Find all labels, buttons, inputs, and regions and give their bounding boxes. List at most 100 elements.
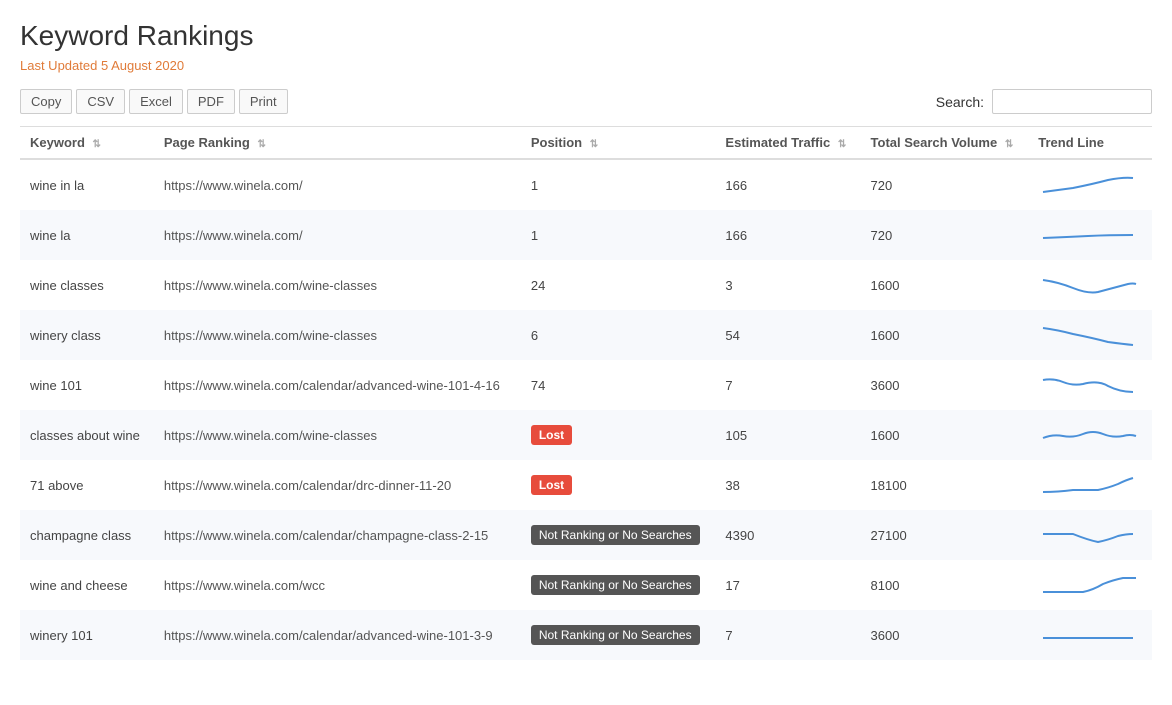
keyword-cell: winery class xyxy=(20,310,154,360)
export-buttons: Copy CSV Excel PDF Print xyxy=(20,89,288,114)
page-ranking-link[interactable]: https://www.winela.com/ xyxy=(164,178,303,193)
table-row: 71 above https://www.winela.com/calendar/… xyxy=(20,460,1152,510)
total-search-volume-sort-icon[interactable]: ⇅ xyxy=(1005,139,1013,150)
search-area: Search: xyxy=(936,89,1152,114)
total-search-volume-cell: 18100 xyxy=(861,460,1029,510)
table-row: wine 101 https://www.winela.com/calendar/… xyxy=(20,360,1152,410)
trend-line-cell xyxy=(1028,360,1152,410)
table-row: wine classes https://www.winela.com/wine-… xyxy=(20,260,1152,310)
page-title: Keyword Rankings xyxy=(20,20,1152,52)
col-keyword: Keyword ⇅ xyxy=(20,127,154,159)
trend-line-cell xyxy=(1028,260,1152,310)
table-row: classes about winehttps://www.winela.com… xyxy=(20,410,1152,460)
estimated-traffic-cell: 17 xyxy=(715,560,860,610)
position-cell: Not Ranking or No Searches xyxy=(521,560,716,610)
table-header-row: Keyword ⇅ Page Ranking ⇅ Position ⇅ Esti… xyxy=(20,127,1152,159)
total-search-volume-cell: 3600 xyxy=(861,360,1029,410)
position-cell: 24 xyxy=(521,260,716,310)
position-cell: 1 xyxy=(521,159,716,210)
trend-line-cell xyxy=(1028,159,1152,210)
table-row: winery class https://www.winela.com/wine-… xyxy=(20,310,1152,360)
estimated-traffic-cell: 166 xyxy=(715,159,860,210)
estimated-traffic-cell: 38 xyxy=(715,460,860,510)
total-search-volume-cell: 1600 xyxy=(861,410,1029,460)
col-position: Position ⇅ xyxy=(521,127,716,159)
page-ranking-link[interactable]: https://www.winela.com/wcc xyxy=(164,578,325,593)
estimated-traffic-sort-icon[interactable]: ⇅ xyxy=(838,139,846,150)
trend-line-cell xyxy=(1028,410,1152,460)
table-row: champagne class https://www.winela.com/ca… xyxy=(20,510,1152,560)
keyword-sort-icon[interactable]: ⇅ xyxy=(93,139,101,150)
total-search-volume-cell: 27100 xyxy=(861,510,1029,560)
table-row: wine la https://www.winela.com/1166720 xyxy=(20,210,1152,260)
page-ranking-link[interactable]: https://www.winela.com/calendar/advanced… xyxy=(164,628,493,643)
position-sort-icon[interactable]: ⇅ xyxy=(590,139,598,150)
page-ranking-link[interactable]: https://www.winela.com/wine-classes xyxy=(164,278,377,293)
last-updated: Last Updated 5 August 2020 xyxy=(20,58,1152,73)
keyword-cell: wine 101 xyxy=(20,360,154,410)
page-ranking-cell: https://www.winela.com/calendar/drc-dinn… xyxy=(154,460,521,510)
position-cell: Not Ranking or No Searches xyxy=(521,510,716,560)
keyword-cell: wine classes xyxy=(20,260,154,310)
csv-button[interactable]: CSV xyxy=(76,89,125,114)
table-row: wine and cheese https://www.winela.com/wc… xyxy=(20,560,1152,610)
trend-line-cell xyxy=(1028,310,1152,360)
trend-line-cell xyxy=(1028,510,1152,560)
position-cell: 6 xyxy=(521,310,716,360)
trend-line-cell xyxy=(1028,210,1152,260)
page-ranking-cell: https://www.winela.com/wcc xyxy=(154,560,521,610)
total-search-volume-cell: 1600 xyxy=(861,260,1029,310)
total-search-volume-cell: 720 xyxy=(861,210,1029,260)
page-ranking-cell: https://www.winela.com/ xyxy=(154,210,521,260)
excel-button[interactable]: Excel xyxy=(129,89,183,114)
page-ranking-link[interactable]: https://www.winela.com/wine-classes xyxy=(164,428,377,443)
keyword-cell: 71 above xyxy=(20,460,154,510)
page-ranking-link[interactable]: https://www.winela.com/calendar/drc-dinn… xyxy=(164,478,451,493)
estimated-traffic-cell: 105 xyxy=(715,410,860,460)
estimated-traffic-cell: 54 xyxy=(715,310,860,360)
position-cell: Not Ranking or No Searches xyxy=(521,610,716,660)
trend-line-cell xyxy=(1028,560,1152,610)
page-ranking-link[interactable]: https://www.winela.com/wine-classes xyxy=(164,328,377,343)
col-total-search-volume: Total Search Volume ⇅ xyxy=(861,127,1029,159)
keyword-cell: wine in la xyxy=(20,159,154,210)
estimated-traffic-cell: 7 xyxy=(715,610,860,660)
total-search-volume-cell: 1600 xyxy=(861,310,1029,360)
keyword-cell: wine la xyxy=(20,210,154,260)
total-search-volume-cell: 720 xyxy=(861,159,1029,210)
lost-badge: Lost xyxy=(531,425,572,445)
position-cell: 1 xyxy=(521,210,716,260)
search-input[interactable] xyxy=(992,89,1152,114)
toolbar: Copy CSV Excel PDF Print Search: xyxy=(20,89,1152,114)
keyword-cell: champagne class xyxy=(20,510,154,560)
estimated-traffic-cell: 166 xyxy=(715,210,860,260)
lost-badge: Lost xyxy=(531,475,572,495)
keyword-cell: wine and cheese xyxy=(20,560,154,610)
estimated-traffic-cell: 7 xyxy=(715,360,860,410)
search-label: Search: xyxy=(936,94,984,110)
total-search-volume-cell: 3600 xyxy=(861,610,1029,660)
page-ranking-link[interactable]: https://www.winela.com/calendar/champagn… xyxy=(164,528,488,543)
page-ranking-link[interactable]: https://www.winela.com/calendar/advanced… xyxy=(164,378,500,393)
page-ranking-cell: https://www.winela.com/ xyxy=(154,159,521,210)
trend-line-cell xyxy=(1028,610,1152,660)
position-cell: 74 xyxy=(521,360,716,410)
copy-button[interactable]: Copy xyxy=(20,89,72,114)
trend-line-cell xyxy=(1028,460,1152,510)
page-ranking-sort-icon[interactable]: ⇅ xyxy=(257,139,265,150)
not-ranking-badge: Not Ranking or No Searches xyxy=(531,625,700,645)
page-ranking-cell: https://www.winela.com/calendar/advanced… xyxy=(154,360,521,410)
page-ranking-cell: https://www.winela.com/calendar/champagn… xyxy=(154,510,521,560)
estimated-traffic-cell: 4390 xyxy=(715,510,860,560)
total-search-volume-cell: 8100 xyxy=(861,560,1029,610)
position-cell: Lost xyxy=(521,410,716,460)
not-ranking-badge: Not Ranking or No Searches xyxy=(531,525,700,545)
page-ranking-cell: https://www.winela.com/wine-classes xyxy=(154,310,521,360)
keyword-cell: winery 101 xyxy=(20,610,154,660)
print-button[interactable]: Print xyxy=(239,89,288,114)
page-ranking-link[interactable]: https://www.winela.com/ xyxy=(164,228,303,243)
pdf-button[interactable]: PDF xyxy=(187,89,235,114)
col-page-ranking: Page Ranking ⇅ xyxy=(154,127,521,159)
table-row: winery 101 https://www.winela.com/calenda… xyxy=(20,610,1152,660)
not-ranking-badge: Not Ranking or No Searches xyxy=(531,575,700,595)
